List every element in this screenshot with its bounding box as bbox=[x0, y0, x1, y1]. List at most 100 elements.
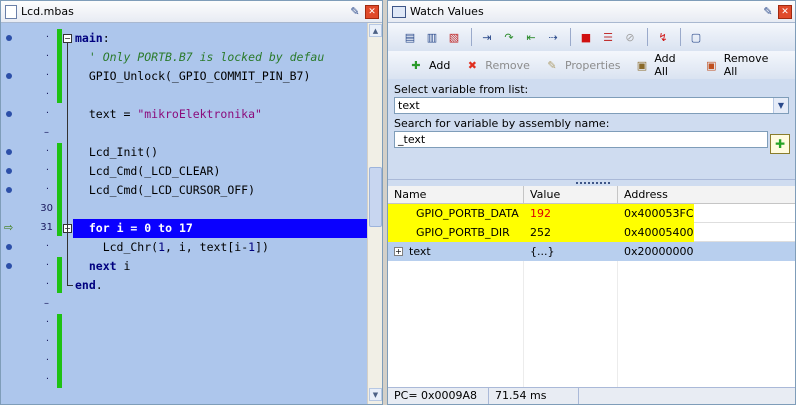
gutter-line[interactable]: 30 bbox=[1, 200, 73, 219]
gutter-line[interactable]: · bbox=[1, 105, 73, 124]
add-all-button[interactable]: ▣ Add All bbox=[635, 52, 690, 78]
code-line[interactable]: Lcd_Init() bbox=[73, 143, 367, 162]
gutter-line[interactable]: · bbox=[1, 67, 73, 86]
load-watch-icon[interactable]: ▤ bbox=[400, 27, 420, 47]
watch-row[interactable]: + text {...} 0x20000000 bbox=[388, 242, 795, 261]
code-line[interactable] bbox=[73, 124, 367, 143]
line-dot-marker: · bbox=[45, 51, 49, 62]
remove-button[interactable]: ✖ Remove bbox=[464, 57, 530, 73]
watch-row[interactable]: GPIO_PORTB_DATA 192 0x400053FC bbox=[388, 204, 795, 223]
clear-breakpoints-icon[interactable]: ⊘ bbox=[620, 27, 640, 47]
gutter-line[interactable]: – bbox=[1, 295, 73, 314]
line-dot-marker: · bbox=[45, 317, 49, 328]
remove-x-icon: ✖ bbox=[467, 58, 477, 72]
breakpoints-icon[interactable]: ☰ bbox=[598, 27, 618, 47]
code-line[interactable] bbox=[73, 86, 367, 105]
breakpoint-marker-icon[interactable] bbox=[6, 244, 12, 250]
memory-window-icon[interactable]: ▢ bbox=[686, 27, 706, 47]
gutter-line[interactable]: · bbox=[1, 238, 73, 257]
watch-row[interactable]: GPIO_PORTB_DIR 252 0x40005400 bbox=[388, 223, 795, 242]
code-line[interactable]: ' Only PORTB.B7 is locked by defau bbox=[73, 48, 367, 67]
code-line[interactable]: end. bbox=[73, 276, 367, 295]
close-icon[interactable]: ✕ bbox=[365, 4, 379, 19]
code-line[interactable]: text = "mikroElektronika" bbox=[73, 105, 367, 124]
watch-close-icon[interactable]: ✕ bbox=[778, 4, 792, 19]
code-line[interactable]: Lcd_Cmd(_LCD_CLEAR) bbox=[73, 162, 367, 181]
gutter-line[interactable]: · bbox=[1, 162, 73, 181]
column-divider bbox=[617, 261, 618, 387]
gutter-line[interactable]: – bbox=[1, 124, 73, 143]
breakpoint-marker-icon[interactable] bbox=[6, 263, 12, 269]
gutter-line[interactable]: · bbox=[1, 143, 73, 162]
save-watch-icon[interactable]: ▥ bbox=[422, 27, 442, 47]
current-execution-line[interactable]: for i = 0 to 17 bbox=[73, 219, 367, 238]
splitter-grip[interactable] bbox=[576, 182, 610, 185]
scroll-down-icon[interactable]: ▼ bbox=[369, 388, 382, 401]
toolbar-separator bbox=[570, 28, 571, 46]
column-name[interactable]: Name bbox=[388, 186, 524, 204]
editor-scrollbar[interactable]: ▲ ▼ bbox=[367, 23, 382, 404]
assembly-name-search-input[interactable]: _text bbox=[394, 131, 768, 148]
scroll-up-icon[interactable]: ▲ bbox=[369, 24, 382, 37]
watch-pin-icon[interactable]: ✎ bbox=[761, 5, 775, 19]
line-dot-marker: · bbox=[45, 374, 49, 385]
editor-tab-title[interactable]: Lcd.mbas bbox=[21, 5, 348, 18]
run-to-cursor-icon[interactable]: ⇢ bbox=[543, 27, 563, 47]
fold-toggle-icon[interactable]: − bbox=[63, 34, 72, 43]
code-area[interactable]: main: ' Only PORTB.B7 is locked by defau… bbox=[73, 23, 367, 404]
column-value[interactable]: Value bbox=[524, 186, 618, 204]
gutter-line[interactable]: · bbox=[1, 371, 73, 390]
pin-icon[interactable]: ✎ bbox=[348, 5, 362, 19]
add-all-icon: ▣ bbox=[636, 58, 648, 72]
watch-row-value[interactable]: {...} bbox=[524, 242, 618, 261]
gutter-line[interactable]: · bbox=[1, 257, 73, 276]
code-line[interactable]: Lcd_Chr(1, i, text[i-1]) bbox=[73, 238, 367, 257]
step-over-icon[interactable]: ↷ bbox=[499, 27, 519, 47]
row-blank-cell bbox=[694, 204, 795, 222]
code-line[interactable]: next i bbox=[73, 257, 367, 276]
gutter-line[interactable]: · bbox=[1, 276, 73, 295]
add-variable-icon[interactable]: ✚ bbox=[770, 134, 790, 154]
remove-all-button[interactable]: ▣ Remove All bbox=[704, 52, 781, 78]
watch-row-value[interactable]: 252 bbox=[524, 223, 618, 242]
column-address[interactable]: Address bbox=[618, 186, 795, 204]
gutter-line[interactable]: · bbox=[1, 181, 73, 200]
gutter-line[interactable]: · bbox=[1, 86, 73, 105]
gutter-line[interactable]: · bbox=[1, 333, 73, 352]
line-dot-marker: · bbox=[45, 355, 49, 366]
watch-row-value[interactable]: 192 bbox=[524, 204, 618, 223]
code-line[interactable]: main: bbox=[73, 29, 367, 48]
breakpoint-marker-icon[interactable] bbox=[6, 73, 12, 79]
watch-grid-rows: GPIO_PORTB_DATA 192 0x400053FC GPIO_PORTB_D… bbox=[388, 204, 795, 261]
properties-button[interactable]: ✎ Properties bbox=[544, 57, 620, 73]
status-time: 71.54 ms bbox=[489, 388, 579, 404]
code-line[interactable]: GPIO_Unlock(_GPIO_COMMIT_PIN_B7) bbox=[73, 67, 367, 86]
stop-icon[interactable]: ■ bbox=[576, 27, 596, 47]
breakpoint-marker-icon[interactable] bbox=[6, 149, 12, 155]
jump-icon[interactable]: ↯ bbox=[653, 27, 673, 47]
variable-dropdown[interactable]: text ▼ bbox=[394, 97, 789, 114]
expand-icon[interactable]: + bbox=[394, 246, 403, 256]
step-out-icon[interactable]: ⇤ bbox=[521, 27, 541, 47]
breakpoint-marker-icon[interactable] bbox=[6, 35, 12, 41]
gutter-line[interactable]: · bbox=[1, 352, 73, 371]
clear-watch-icon[interactable]: ▧ bbox=[444, 27, 464, 47]
watch-row-name-text: GPIO_PORTB_DIR bbox=[416, 226, 510, 239]
code-line[interactable]: Lcd_Cmd(_LCD_CURSOR_OFF) bbox=[73, 181, 367, 200]
breakpoint-marker-icon[interactable] bbox=[6, 111, 12, 117]
gutter-line[interactable]: · bbox=[1, 314, 73, 333]
remove-all-icon: ▣ bbox=[706, 58, 717, 72]
editor-gutter[interactable]: ·····–···30⇨31···–····−− bbox=[1, 23, 73, 404]
add-button[interactable]: ✚ Add bbox=[408, 57, 450, 73]
breakpoint-marker-icon[interactable] bbox=[6, 187, 12, 193]
breakpoint-marker-icon[interactable] bbox=[6, 168, 12, 174]
line-dot-marker: · bbox=[45, 336, 49, 347]
panel-splitter[interactable] bbox=[388, 179, 795, 186]
plus-icon: ✚ bbox=[411, 58, 421, 72]
gutter-line[interactable]: · bbox=[1, 48, 73, 67]
chevron-down-icon[interactable]: ▼ bbox=[773, 98, 788, 113]
line-number: 30 bbox=[40, 203, 53, 214]
code-line[interactable] bbox=[73, 200, 367, 219]
step-into-icon[interactable]: ⇥ bbox=[477, 27, 497, 47]
scrollbar-thumb[interactable] bbox=[369, 167, 382, 227]
